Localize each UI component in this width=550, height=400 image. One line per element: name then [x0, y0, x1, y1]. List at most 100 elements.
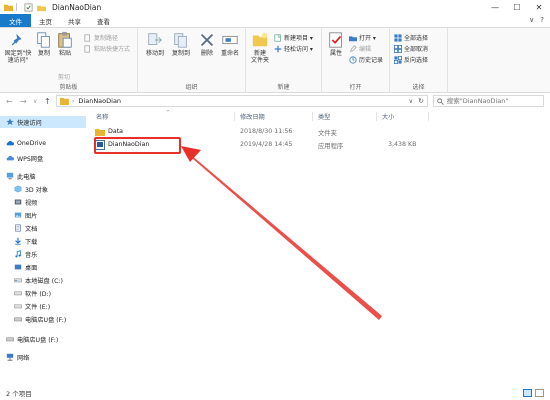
rename-label: 重命名 [220, 50, 239, 57]
paste-button[interactable]: 粘贴 [56, 31, 74, 57]
ribbon-tab-extras: ∨ ? [529, 16, 544, 24]
nav-item-usb-drive-f-root[interactable]: 电脑店U盘 (F:) [0, 333, 58, 345]
nav-item-label: OneDrive [17, 139, 47, 147]
help-icon[interactable]: ? [540, 16, 544, 24]
column-divider[interactable] [428, 112, 429, 121]
nav-item-drive-d[interactable]: 软件 (D:) [0, 287, 51, 299]
item-count: 2 个项目 [6, 390, 32, 398]
new-item-icon [274, 33, 282, 42]
select-all-button[interactable]: 全部选择 [394, 33, 428, 42]
cut-button[interactable]: 剪切 [58, 72, 70, 81]
new-folder-label: 新建 文件夹 [250, 50, 269, 64]
cut-label: 剪切 [58, 74, 71, 81]
nav-item-3d-objects[interactable]: 3D 对象 [0, 183, 48, 195]
new-item-button[interactable]: 新建项目 ▾ [274, 33, 313, 42]
nav-item-usb-drive-f[interactable]: 电脑店U盘 (F:) [0, 313, 66, 325]
delete-label: 删除 [200, 50, 213, 57]
tab-file[interactable]: 文件 [0, 14, 31, 27]
rename-icon [222, 35, 238, 45]
history-button[interactable]: 历史记录 [349, 55, 383, 64]
select-group: 全部选择 全部取消 反向选择 选择 [390, 28, 448, 93]
paste-label: 粘贴 [58, 50, 71, 57]
select-group-label: 选择 [412, 84, 425, 91]
delete-button[interactable]: 删除 [198, 31, 216, 57]
column-header-size[interactable]: 大小 [382, 112, 394, 121]
divider [16, 3, 17, 11]
drive-icon [14, 291, 22, 296]
details-view-icon[interactable] [523, 389, 532, 397]
close-button[interactable]: ✕ [528, 0, 550, 14]
column-divider[interactable] [234, 112, 235, 121]
organize-group: 移动到 复制到 删除 重命名 组织 [138, 28, 246, 93]
copy-button[interactable]: 复制 [35, 31, 53, 57]
back-button[interactable]: ← [6, 97, 13, 106]
breadcrumb[interactable]: DianNaoDian [78, 97, 121, 105]
nav-item-label: 3D 对象 [25, 186, 49, 194]
delete-icon [200, 33, 214, 47]
tab-home[interactable]: 主页 [31, 14, 60, 27]
maximize-button[interactable]: ☐ [506, 0, 528, 14]
select-none-label: 全部取消 [404, 46, 429, 53]
paste-shortcut-icon [84, 44, 90, 53]
address-dropdown-icon[interactable]: ∨ [409, 98, 413, 105]
copy-path-button[interactable]: 复制路径 [84, 33, 118, 42]
minimize-button[interactable]: — [484, 0, 506, 14]
nav-item-label: 软件 (D:) [25, 290, 52, 298]
copy-label: 复制 [37, 50, 50, 57]
nav-item-desktop[interactable]: 桌面 [0, 261, 37, 273]
file-type: 文件夹 [318, 130, 337, 137]
invert-selection-label: 反向选择 [404, 57, 429, 64]
easy-access-button[interactable]: 轻松访问 ▾ [274, 44, 313, 53]
nav-item-videos[interactable]: 视频 [0, 196, 37, 208]
copy-to-button[interactable]: 复制到 [169, 31, 193, 57]
column-header-name[interactable]: 名称 [96, 112, 108, 121]
nav-item-documents[interactable]: 文档 [0, 222, 37, 234]
nav-item-local-disk-c[interactable]: 本地磁盘 (C:) [0, 274, 63, 286]
new-folder-button[interactable]: 新建 文件夹 [249, 31, 271, 64]
column-divider[interactable] [376, 112, 377, 121]
edit-label: 编辑 [359, 46, 372, 53]
new-folder-quick-icon[interactable] [37, 3, 46, 12]
column-header-date[interactable]: 修改日期 [240, 112, 265, 121]
window-title: DianNaoDian [52, 2, 102, 12]
pin-label: 固定到"快 速访问" [4, 50, 32, 64]
search-input[interactable] [446, 97, 543, 105]
breadcrumb-separator-icon: › [72, 97, 75, 105]
nav-item-wps-drive[interactable]: WPS网盘 [0, 152, 43, 164]
cloud-icon [6, 140, 14, 146]
nav-item-onedrive[interactable]: OneDrive [0, 137, 46, 149]
nav-item-music[interactable]: 音乐 [0, 248, 37, 260]
large-icons-view-icon[interactable] [535, 389, 544, 397]
pin-quick-access-button[interactable]: 固定到"快 速访问" [3, 31, 33, 64]
properties-quick-icon[interactable] [24, 3, 33, 12]
open-group: 属性 打开 ▾ 编辑 历史记录 打开 [322, 28, 390, 93]
paste-shortcut-button[interactable]: 粘贴快捷方式 [84, 44, 130, 53]
recent-locations-button[interactable]: ∨ [33, 98, 37, 105]
select-none-button[interactable]: 全部取消 [394, 44, 428, 53]
open-button[interactable]: 打开 ▾ [349, 33, 376, 42]
forward-button[interactable]: → [20, 97, 27, 106]
nav-item-pictures[interactable]: 图片 [0, 209, 37, 221]
collapse-ribbon-icon[interactable]: ∨ [529, 16, 534, 24]
move-to-button[interactable]: 移动到 [143, 31, 167, 57]
address-bar[interactable]: › DianNaoDian ∨ ↻ [56, 95, 428, 107]
properties-button[interactable]: 属性 [325, 31, 347, 57]
refresh-icon[interactable]: ↻ [418, 97, 424, 105]
nav-item-this-pc[interactable]: 此电脑 [0, 170, 36, 182]
tab-view[interactable]: 查看 [89, 14, 118, 27]
nav-item-downloads[interactable]: 下载 [0, 235, 37, 247]
search-box[interactable] [433, 95, 544, 107]
column-divider[interactable] [312, 112, 313, 121]
nav-item-quick-access[interactable]: 快速访问 [0, 116, 86, 128]
invert-selection-button[interactable]: 反向选择 [394, 55, 428, 64]
up-button[interactable]: ↑ [44, 97, 51, 106]
column-header-type[interactable]: 类型 [318, 112, 330, 121]
tab-share[interactable]: 共享 [60, 14, 89, 27]
window-controls: — ☐ ✕ [484, 0, 550, 14]
file-size: 3,438 KB [388, 141, 417, 148]
move-to-icon [148, 33, 162, 45]
nav-item-drive-e[interactable]: 文件 (E:) [0, 300, 50, 312]
edit-button[interactable]: 编辑 [349, 44, 371, 53]
nav-item-network[interactable]: 网络 [0, 351, 29, 363]
rename-button[interactable]: 重命名 [218, 31, 242, 57]
